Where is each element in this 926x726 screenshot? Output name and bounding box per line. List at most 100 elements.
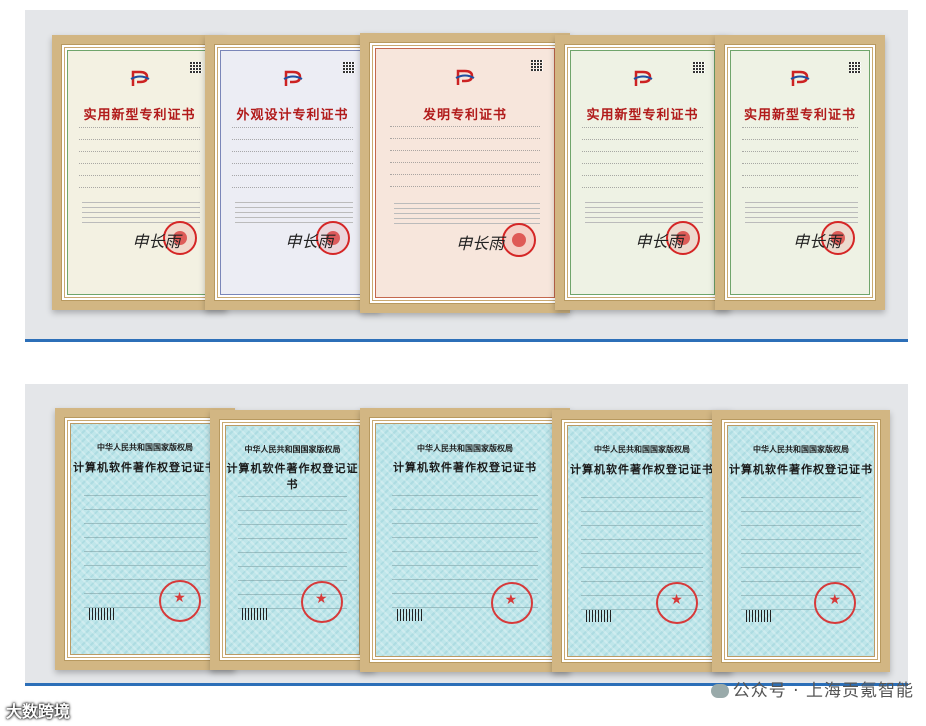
signature: 申长雨 bbox=[635, 232, 684, 252]
field-line bbox=[742, 160, 858, 164]
software-copyright-certificate: 中华人民共和国国家版权局计算机软件著作权登记证书 bbox=[712, 410, 890, 672]
official-seal-icon bbox=[301, 581, 344, 624]
field-line bbox=[237, 506, 348, 512]
body-line bbox=[393, 207, 540, 209]
certificate-title: 外观设计专利证书 bbox=[236, 108, 349, 124]
body-line bbox=[235, 216, 353, 218]
field-line bbox=[390, 135, 540, 140]
field-line bbox=[741, 549, 861, 554]
field-line bbox=[582, 148, 703, 152]
field-line bbox=[79, 184, 200, 188]
field-line bbox=[79, 172, 200, 176]
signature: 申长雨 bbox=[132, 232, 181, 252]
certificate-sheet: 中华人民共和国国家版权局计算机软件著作权登记证书 bbox=[567, 425, 717, 657]
field-line bbox=[237, 576, 348, 582]
field-line bbox=[742, 124, 858, 128]
signature: 申长雨 bbox=[793, 232, 842, 252]
field-line bbox=[582, 136, 703, 140]
body-line bbox=[744, 201, 858, 203]
certificate-sheet: 中华人民共和国国家版权局 计算机软件著作权登记证书 bbox=[375, 423, 555, 657]
body-line bbox=[744, 216, 858, 218]
body-line bbox=[585, 201, 703, 203]
certificate-title: 计算机软件著作权登记证书 bbox=[570, 462, 714, 476]
field-line bbox=[79, 124, 200, 128]
field-line bbox=[741, 507, 861, 512]
official-seal-icon bbox=[502, 222, 537, 257]
field-line bbox=[390, 123, 540, 128]
field-line bbox=[84, 505, 206, 510]
field-line bbox=[232, 124, 353, 128]
certificate-title: 实用新型专利证书 bbox=[83, 108, 196, 124]
certificate-fields bbox=[79, 124, 200, 196]
patent-office-logo-icon bbox=[283, 71, 302, 87]
barcode-icon bbox=[397, 609, 424, 622]
body-line bbox=[82, 201, 200, 203]
field-line bbox=[390, 147, 540, 152]
field-line bbox=[84, 561, 206, 566]
field-line bbox=[581, 577, 703, 582]
patent-certificate: 发明专利证书申长雨 bbox=[360, 33, 570, 313]
signature: 申长雨 bbox=[456, 234, 505, 254]
certificate-title: 实用新型专利证书 bbox=[586, 108, 699, 124]
field-line bbox=[581, 493, 703, 498]
body-line bbox=[585, 206, 703, 208]
certificate-title: 计算机软件著作权登记证书 bbox=[226, 462, 359, 492]
field-line bbox=[237, 548, 348, 554]
field-line bbox=[232, 172, 353, 176]
barcode-icon bbox=[241, 607, 268, 620]
patent-certificate: 实用新型专利证书 申长雨 bbox=[715, 35, 885, 310]
qr-code-icon bbox=[693, 60, 706, 73]
field-line bbox=[392, 561, 538, 567]
field-line bbox=[741, 535, 861, 540]
body-line bbox=[235, 211, 353, 213]
patent-certificate: 外观设计专利证书申长雨 bbox=[205, 35, 380, 310]
certificate-title: 计算机软件著作权登记证书 bbox=[393, 460, 537, 474]
certificate-sheet: 实用新型专利证书申长雨 bbox=[570, 50, 715, 295]
field-line bbox=[581, 507, 703, 512]
qr-code-icon bbox=[190, 60, 203, 73]
qr-code-icon bbox=[343, 60, 356, 73]
field-line bbox=[742, 184, 858, 188]
field-line bbox=[84, 533, 206, 538]
body-line bbox=[82, 211, 200, 213]
watermark-text: 公众号 · 上海贡氪智能 bbox=[732, 681, 914, 701]
field-line bbox=[390, 183, 540, 188]
field-line bbox=[581, 549, 703, 554]
qr-code-icon bbox=[531, 58, 544, 71]
issuing-authority: 中华人民共和国国家版权局 bbox=[594, 444, 690, 455]
field-line bbox=[392, 547, 538, 553]
patent-office-logo-icon bbox=[790, 71, 810, 87]
certificate-sheet: 发明专利证书申长雨 bbox=[375, 48, 555, 298]
certificate-sheet: 外观设计专利证书申长雨 bbox=[220, 50, 365, 295]
field-line bbox=[741, 577, 861, 582]
body-line bbox=[744, 211, 858, 213]
patent-certificate: 实用新型专利证书申长雨 bbox=[555, 35, 730, 310]
certificate-fields bbox=[232, 124, 353, 196]
field-line bbox=[741, 563, 861, 568]
certificate-sheet: 实用新型专利证书申长雨 bbox=[67, 50, 212, 295]
issuing-authority: 中华人民共和国国家版权局 bbox=[753, 444, 849, 455]
barcode-icon bbox=[585, 609, 612, 622]
barcode-icon bbox=[88, 607, 115, 620]
brand-watermark: 大数跨境 bbox=[6, 702, 71, 721]
field-line bbox=[237, 534, 348, 540]
field-line bbox=[392, 505, 538, 511]
software-copyright-certificate: 中华人民共和国国家版权局计算机软件著作权登记证书 bbox=[552, 410, 732, 672]
field-line bbox=[582, 124, 703, 128]
field-line bbox=[232, 148, 353, 152]
field-line bbox=[232, 184, 353, 188]
field-line bbox=[232, 136, 353, 140]
field-line bbox=[741, 521, 861, 526]
field-line bbox=[742, 148, 858, 152]
patent-office-logo-icon bbox=[130, 71, 149, 87]
field-line bbox=[237, 492, 348, 498]
field-line bbox=[237, 520, 348, 526]
field-line bbox=[84, 491, 206, 496]
field-line bbox=[581, 521, 703, 526]
field-line bbox=[390, 159, 540, 164]
field-line bbox=[581, 563, 703, 568]
field-line bbox=[741, 493, 861, 498]
certificate-title: 计算机软件著作权登记证书 bbox=[729, 462, 873, 476]
signature: 申长雨 bbox=[285, 232, 334, 252]
certificate-title: 发明专利证书 bbox=[422, 107, 507, 123]
